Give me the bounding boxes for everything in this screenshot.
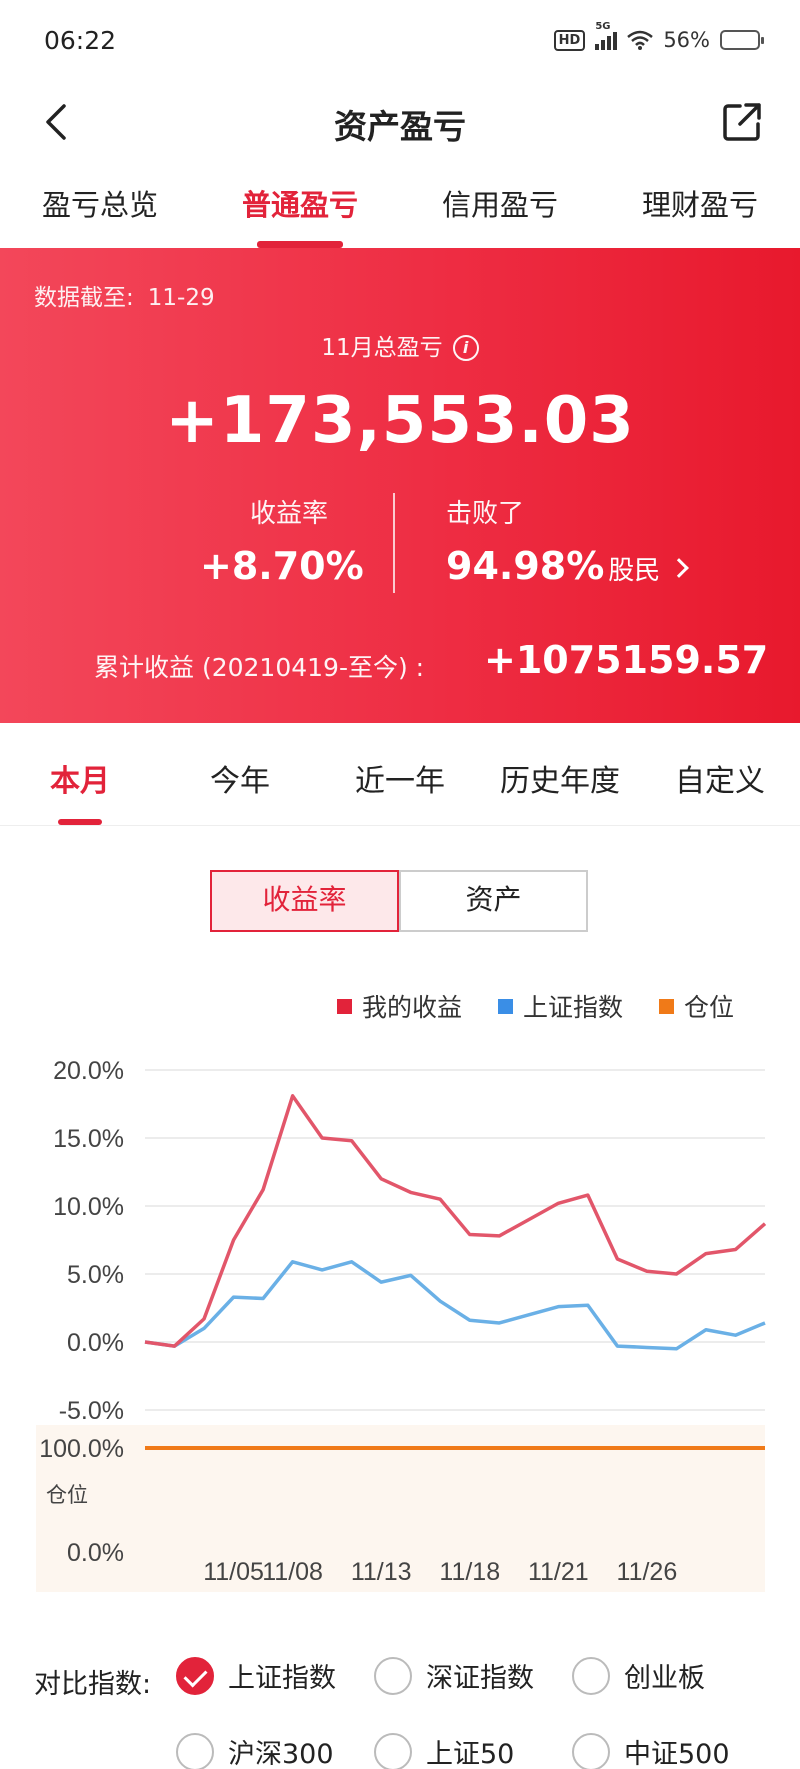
chart-mode-toggle: 收益率 资产: [210, 870, 588, 932]
stat-divider: [393, 493, 395, 593]
asof-date: 11-29: [147, 285, 215, 311]
tab-wealth-pnl[interactable]: 理财盈亏: [600, 168, 800, 248]
position-tick-label: 0.0%: [67, 1539, 124, 1567]
battery-icon: [720, 30, 764, 50]
option-shenzhen-index[interactable]: 深证指数: [374, 1656, 534, 1695]
tab-historical-years[interactable]: 历史年度: [480, 722, 640, 825]
tab-this-month[interactable]: 本月: [0, 722, 160, 825]
return-rate-chart[interactable]: 20.0% 15.0% 10.0% 5.0% 0.0% -5.0% 100.0% 仓位 0.0%…: [0, 1050, 800, 1610]
option-label: 深证指数: [426, 1663, 534, 1694]
option-shanghai-index[interactable]: 上证指数: [176, 1656, 336, 1695]
app-header: 资产盈亏: [0, 88, 800, 158]
chevron-right-icon: [669, 558, 690, 578]
data-as-of: 数据截至: 11-29: [34, 278, 215, 312]
beat-label: 击败了: [446, 499, 525, 529]
legend-label: 我的收益: [361, 993, 462, 1022]
hd-icon: HD: [553, 29, 586, 51]
info-icon[interactable]: i: [452, 335, 479, 361]
radio-icon: [176, 1732, 214, 1769]
my-return-line: [144, 1094, 767, 1348]
x-tick-label: 11/26: [617, 1558, 678, 1586]
beat-investors-stat[interactable]: 击败了 94.98% 股民: [446, 493, 766, 588]
option-csi500[interactable]: 中证500: [572, 1732, 730, 1769]
legend-label: 上证指数: [522, 993, 623, 1022]
option-label: 创业板: [624, 1663, 705, 1694]
network-type: 5G: [595, 21, 611, 32]
tab-this-year[interactable]: 今年: [160, 722, 320, 825]
x-tick-label: 11/18: [439, 1558, 500, 1586]
compare-label: 对比指数:: [34, 1669, 152, 1700]
month-label-text: 11月总盈亏: [321, 335, 443, 361]
position-tick-label: 100.0%: [39, 1435, 124, 1463]
x-tick-label: 11/21: [528, 1558, 589, 1586]
signal-icon: 5G: [595, 21, 618, 50]
month-total-label: 11月总盈亏 i: [0, 328, 800, 362]
y-tick-label: 10.0%: [53, 1193, 124, 1221]
tab-normal-pnl[interactable]: 普通盈亏: [200, 168, 400, 248]
status-time: 06:22: [44, 26, 117, 55]
option-csi300[interactable]: 沪深300: [176, 1732, 334, 1769]
return-rate-value: +8.70%: [200, 544, 364, 588]
return-rate-stat: 收益率 +8.70%: [200, 493, 380, 588]
compare-index-panel: 对比指数: 上证指数 深证指数 创业板 沪深300 上证50 中证500: [34, 1648, 794, 1769]
legend-swatch: [336, 998, 352, 1014]
option-label: 上证指数: [228, 1663, 336, 1694]
tab-last-year[interactable]: 近一年: [320, 722, 480, 825]
x-tick-label: 11/05: [203, 1558, 264, 1586]
tab-credit-pnl[interactable]: 信用盈亏: [400, 168, 600, 248]
return-rate-toggle[interactable]: 收益率: [210, 870, 399, 932]
beat-value: 94.98%: [446, 544, 605, 588]
page-title: 资产盈亏: [334, 107, 466, 146]
battery-percent: 56%: [663, 28, 710, 52]
y-tick-label: 20.0%: [53, 1057, 124, 1085]
x-tick-label: 11/13: [351, 1558, 412, 1586]
legend-item-position: 仓位: [658, 988, 734, 1024]
radio-icon: [572, 1656, 610, 1695]
legend-label: 仓位: [683, 993, 734, 1022]
option-sse50[interactable]: 上证50: [374, 1732, 514, 1769]
pnl-summary-banner: 数据截至: 11-29 11月总盈亏 i +173,553.03 收益率 +8.70…: [0, 248, 800, 723]
chart-legend: 我的收益 上证指数 仓位: [336, 988, 734, 1024]
y-tick-label: 0.0%: [67, 1329, 124, 1357]
assets-toggle[interactable]: 资产: [399, 870, 588, 932]
radio-icon: [374, 1656, 412, 1695]
tab-pnl-overview[interactable]: 盈亏总览: [0, 168, 200, 248]
radio-icon: [572, 1732, 610, 1769]
option-label: 上证50: [426, 1739, 515, 1769]
cumulative-value: +1075159.57: [484, 638, 769, 682]
status-icons: HD 5G 56%: [553, 21, 764, 52]
return-rate-label: 收益率: [250, 499, 329, 529]
top-tabs: 盈亏总览 普通盈亏 信用盈亏 理财盈亏: [0, 168, 800, 248]
radio-icon: [374, 1732, 412, 1769]
x-tick-label: 11/08: [262, 1558, 323, 1586]
period-tabs: 本月 今年 近一年 历史年度 自定义: [0, 722, 800, 826]
option-label: 中证500: [624, 1739, 730, 1769]
legend-swatch: [658, 998, 674, 1014]
legend-item-my-return: 我的收益: [336, 988, 462, 1024]
position-axis-label: 仓位: [46, 1483, 88, 1507]
wifi-icon: [627, 30, 654, 50]
legend-item-shanghai-index: 上证指数: [497, 988, 623, 1024]
option-label: 沪深300: [228, 1739, 334, 1769]
asof-label: 数据截至:: [34, 285, 134, 311]
y-tick-label: 5.0%: [67, 1261, 124, 1289]
option-chinext[interactable]: 创业板: [572, 1656, 705, 1695]
total-pnl-value: +173,553.03: [165, 384, 635, 458]
y-tick-label: -5.0%: [59, 1397, 124, 1425]
cumulative-label: 累计收益 (20210419-至今) :: [94, 653, 425, 682]
radio-checked-icon: [176, 1656, 214, 1695]
y-tick-label: 15.0%: [53, 1125, 124, 1153]
tab-custom[interactable]: 自定义: [640, 722, 800, 825]
legend-swatch: [497, 998, 513, 1014]
beat-suffix: 股民: [608, 556, 661, 586]
share-icon[interactable]: [720, 100, 764, 144]
status-bar: 06:22 HD 5G 56%: [0, 0, 800, 88]
